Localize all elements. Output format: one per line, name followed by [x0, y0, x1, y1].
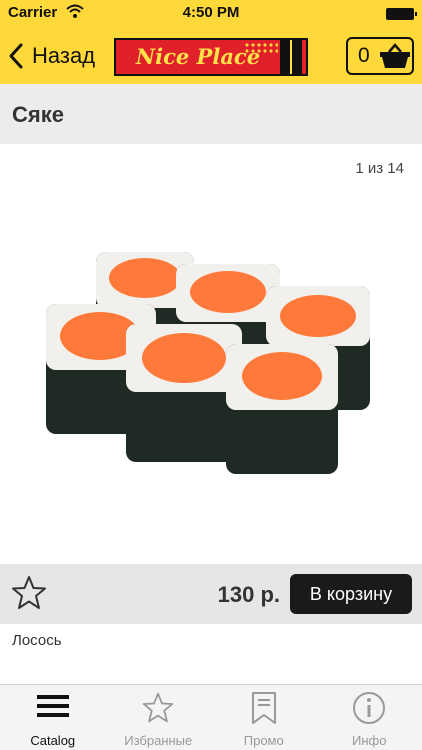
header-bar: Carrier 4:50 PM Назад Nice Place 0 — [0, 0, 422, 84]
product-price: 130 р. — [217, 582, 280, 607]
product-title: Сяке — [12, 102, 64, 127]
brand-logo: Nice Place — [114, 38, 308, 76]
cart-button[interactable]: 0 — [346, 37, 414, 75]
back-button[interactable]: Назад — [8, 38, 95, 74]
bookmark-icon — [251, 692, 276, 724]
product-description: Лосось — [12, 632, 62, 649]
menu-lines-icon — [36, 695, 69, 717]
status-time: 4:50 PM — [182, 4, 240, 21]
tab-favorites[interactable]: Избранные — [106, 685, 212, 750]
logo-stripe — [280, 40, 302, 74]
tab-catalog-label: Catalog — [30, 733, 76, 748]
product-title-bar: Сяке — [0, 84, 422, 144]
favorite-star-icon[interactable] — [10, 574, 48, 612]
image-counter: 1 из 14 — [355, 160, 404, 177]
tab-catalog[interactable]: Catalog — [0, 685, 106, 750]
logo-text: Nice Place — [135, 44, 261, 69]
star-icon — [143, 692, 174, 723]
basket-icon — [379, 43, 410, 68]
status-bar: Carrier 4:50 PM — [0, 0, 422, 24]
tab-bar: Catalog Избранные Промо Инфо — [0, 684, 422, 750]
back-label: Назад — [32, 43, 96, 68]
product-image-gallery[interactable]: 1 из 14 — [0, 144, 422, 564]
add-to-cart-button[interactable]: В корзину — [290, 574, 412, 614]
tab-promo[interactable]: Промо — [211, 685, 317, 750]
chevron-left-icon — [9, 43, 23, 69]
tab-info-label: Инфо — [352, 733, 387, 748]
tab-info[interactable]: Инфо — [317, 685, 422, 750]
tab-promo-label: Промо — [243, 733, 284, 748]
cart-count: 0 — [358, 44, 370, 67]
sushi-rolls-image — [46, 252, 370, 474]
info-icon — [353, 692, 386, 724]
product-action-bar: 130 р. В корзину — [0, 564, 422, 624]
battery-icon — [386, 8, 417, 20]
tab-favorites-label: Избранные — [124, 733, 193, 748]
